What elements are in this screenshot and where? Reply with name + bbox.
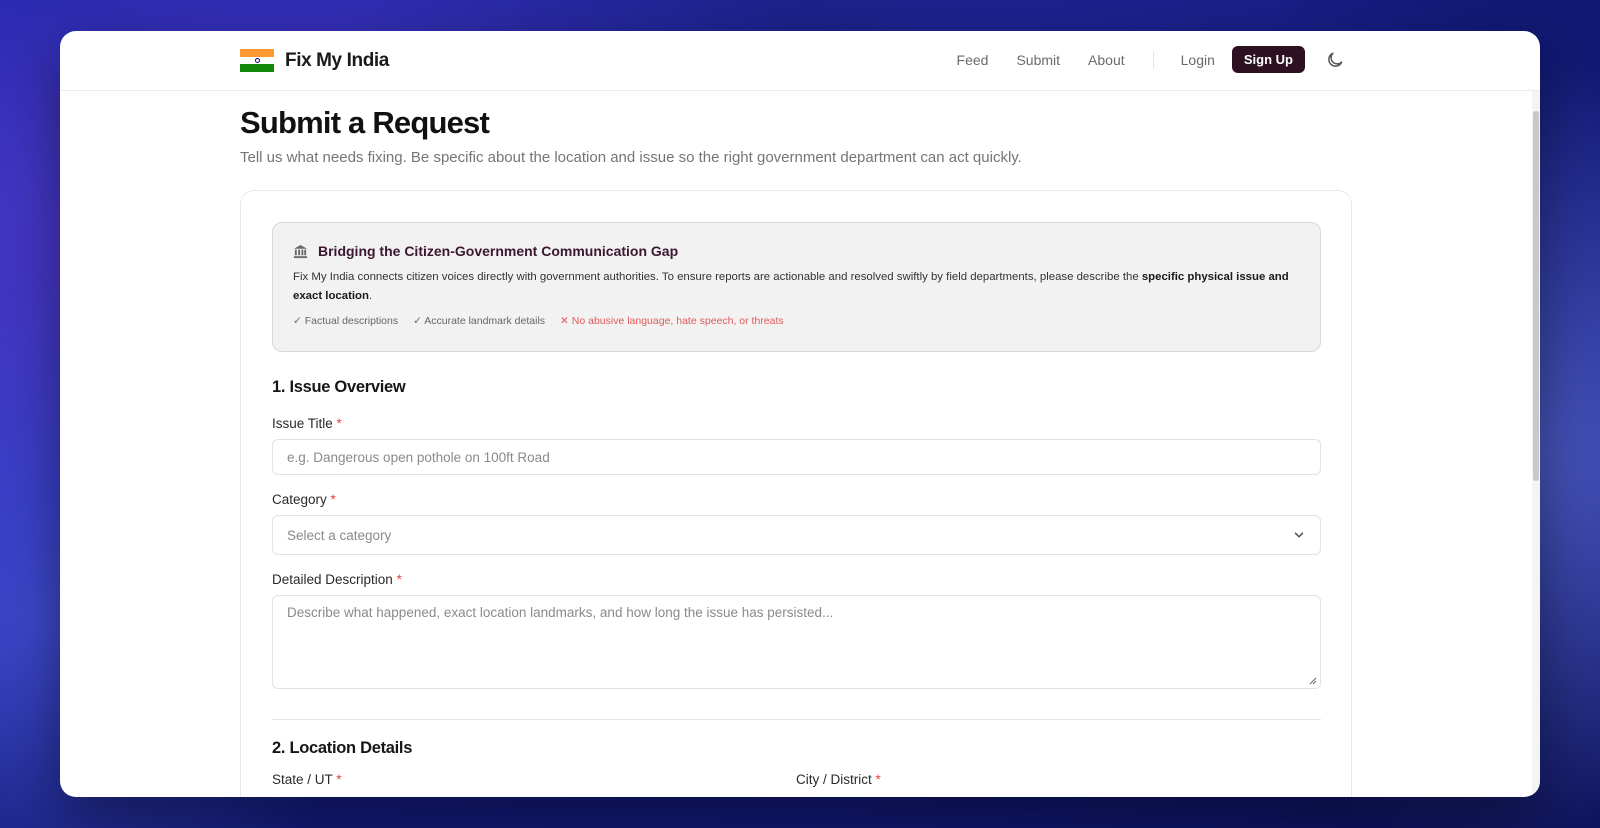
section-issue-overview: 1. Issue Overview	[272, 378, 406, 396]
section-divider	[272, 719, 1321, 720]
guideline-landmarks: ✓ Accurate landmark details	[413, 315, 546, 327]
scrollbar[interactable]	[1532, 91, 1540, 797]
navbar: Fix My India Feed Submit About Login Sig…	[60, 31, 1540, 91]
description-label: Detailed Description *	[272, 572, 402, 587]
chevron-down-icon	[1294, 532, 1304, 538]
main-content: Submit a Request Tell us what needs fixi…	[240, 91, 1352, 797]
india-flag-icon	[240, 49, 274, 73]
category-label: Category *	[272, 492, 336, 507]
city-label: City / District *	[796, 772, 881, 787]
guideline-warning: ✕ No abusive language, hate speech, or t…	[560, 315, 784, 327]
nav-links: Feed Submit About Login Sign Up	[957, 46, 1345, 73]
info-text: Fix My India connects citizen voices dir…	[293, 271, 1289, 302]
guidelines: ✓ Factual descriptions ✓ Accurate landma…	[293, 315, 1300, 327]
resize-handle-icon[interactable]	[1309, 677, 1317, 685]
nav-link-feed[interactable]: Feed	[957, 52, 989, 68]
page-title: Submit a Request	[240, 105, 490, 140]
guideline-factual: ✓ Factual descriptions	[293, 315, 399, 327]
login-link[interactable]: Login	[1181, 52, 1215, 68]
issue-title-label: Issue Title *	[272, 416, 342, 431]
nav-link-about[interactable]: About	[1088, 52, 1125, 68]
government-building-icon	[293, 244, 308, 258]
category-select[interactable]: Select a category	[272, 515, 1321, 555]
description-textarea[interactable]: Describe what happened, exact location l…	[272, 595, 1321, 689]
moon-icon[interactable]	[1325, 50, 1345, 70]
signup-button[interactable]: Sign Up	[1231, 46, 1305, 73]
info-title: Bridging the Citizen-Government Communic…	[318, 243, 679, 259]
scrollbar-thumb[interactable]	[1533, 111, 1539, 481]
browser-window: Fix My India Feed Submit About Login Sig…	[60, 31, 1540, 797]
brand-name: Fix My India	[285, 49, 389, 71]
section-location-details: 2. Location Details	[272, 739, 413, 757]
info-banner: Bridging the Citizen-Government Communic…	[272, 222, 1321, 352]
page-subtitle: Tell us what needs fixing. Be specific a…	[240, 149, 1022, 166]
brand[interactable]: Fix My India	[240, 49, 389, 73]
request-form: Bridging the Citizen-Government Communic…	[240, 190, 1352, 797]
nav-divider	[1152, 50, 1154, 69]
issue-title-input[interactable]: e.g. Dangerous open pothole on 100ft Roa…	[272, 439, 1321, 475]
nav-link-submit[interactable]: Submit	[1016, 52, 1060, 68]
state-label: State / UT *	[272, 772, 342, 787]
